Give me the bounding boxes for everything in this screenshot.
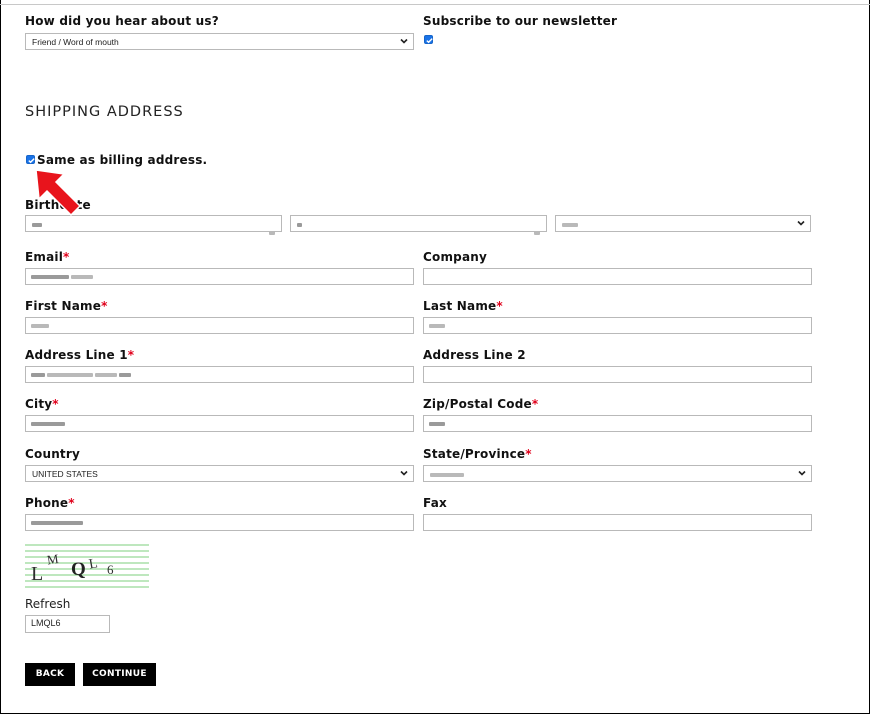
blurred-value xyxy=(269,222,277,241)
checkmark-icon xyxy=(28,158,35,164)
city-label: City* xyxy=(25,397,59,411)
captcha-char: M xyxy=(46,551,60,568)
fax-label: Fax xyxy=(423,496,447,510)
captcha-char: 6 xyxy=(107,562,114,577)
captcha-char: Q xyxy=(71,559,86,580)
hear-about-label: How did you hear about us? xyxy=(25,14,219,28)
phone-field[interactable] xyxy=(25,514,414,531)
continue-button[interactable]: CONTINUE xyxy=(83,663,156,686)
address1-field[interactable] xyxy=(25,366,414,383)
country-value: UNITED STATES xyxy=(32,469,98,479)
city-field[interactable] xyxy=(25,415,414,432)
chevron-down-icon xyxy=(798,470,806,476)
birth-month-select[interactable] xyxy=(25,215,282,235)
birth-day-select[interactable] xyxy=(290,215,547,235)
captcha-image: L M Q L 6 xyxy=(25,542,149,589)
company-field[interactable] xyxy=(423,268,812,285)
country-label: Country xyxy=(25,447,81,461)
back-button[interactable]: BACK xyxy=(25,663,75,686)
captcha-graphic: L M Q L 6 xyxy=(25,544,149,588)
captcha-char: L xyxy=(31,563,43,585)
state-select[interactable] xyxy=(423,465,812,482)
zip-label: Zip/Postal Code* xyxy=(423,397,539,411)
address1-label: Address Line 1* xyxy=(25,348,135,362)
top-divider xyxy=(0,4,870,5)
birth-year-select[interactable] xyxy=(555,215,811,232)
same-as-billing-checkbox[interactable] xyxy=(26,155,35,164)
captcha-refresh-link[interactable]: Refresh xyxy=(25,597,70,611)
blurred-value xyxy=(562,219,580,229)
chevron-down-icon xyxy=(400,38,408,44)
same-as-billing-label: Same as billing address. xyxy=(37,153,208,167)
company-label: Company xyxy=(423,250,488,264)
newsletter-label: Subscribe to our newsletter xyxy=(423,14,618,28)
zip-field[interactable] xyxy=(423,415,812,432)
email-label: Email* xyxy=(25,250,70,264)
first-name-label: First Name* xyxy=(25,299,108,313)
first-name-field[interactable] xyxy=(25,317,414,334)
chevron-down-icon xyxy=(797,220,805,226)
captcha-char: L xyxy=(88,556,99,572)
last-name-label: Last Name* xyxy=(423,299,503,313)
blurred-value xyxy=(32,219,44,229)
email-field[interactable] xyxy=(25,268,414,285)
checkmark-icon xyxy=(426,38,433,44)
fax-field[interactable] xyxy=(423,514,812,531)
blurred-value xyxy=(430,469,466,479)
hear-about-select[interactable]: Friend / Word of mouth xyxy=(25,33,414,50)
hear-about-value: Friend / Word of mouth xyxy=(32,37,119,47)
address2-field[interactable] xyxy=(423,366,812,383)
chevron-down-icon xyxy=(400,470,408,476)
blurred-value xyxy=(297,219,304,229)
newsletter-checkbox[interactable] xyxy=(424,35,433,44)
last-name-field[interactable] xyxy=(423,317,812,334)
state-label: State/Province* xyxy=(423,447,532,461)
captcha-input[interactable]: LMQL6 xyxy=(25,615,110,633)
section-title: SHIPPING ADDRESS xyxy=(25,104,184,120)
phone-label: Phone* xyxy=(25,496,75,510)
country-select[interactable]: UNITED STATES xyxy=(25,465,414,482)
blurred-value xyxy=(534,222,542,241)
address2-label: Address Line 2 xyxy=(423,348,526,362)
red-arrow-icon xyxy=(35,169,82,217)
